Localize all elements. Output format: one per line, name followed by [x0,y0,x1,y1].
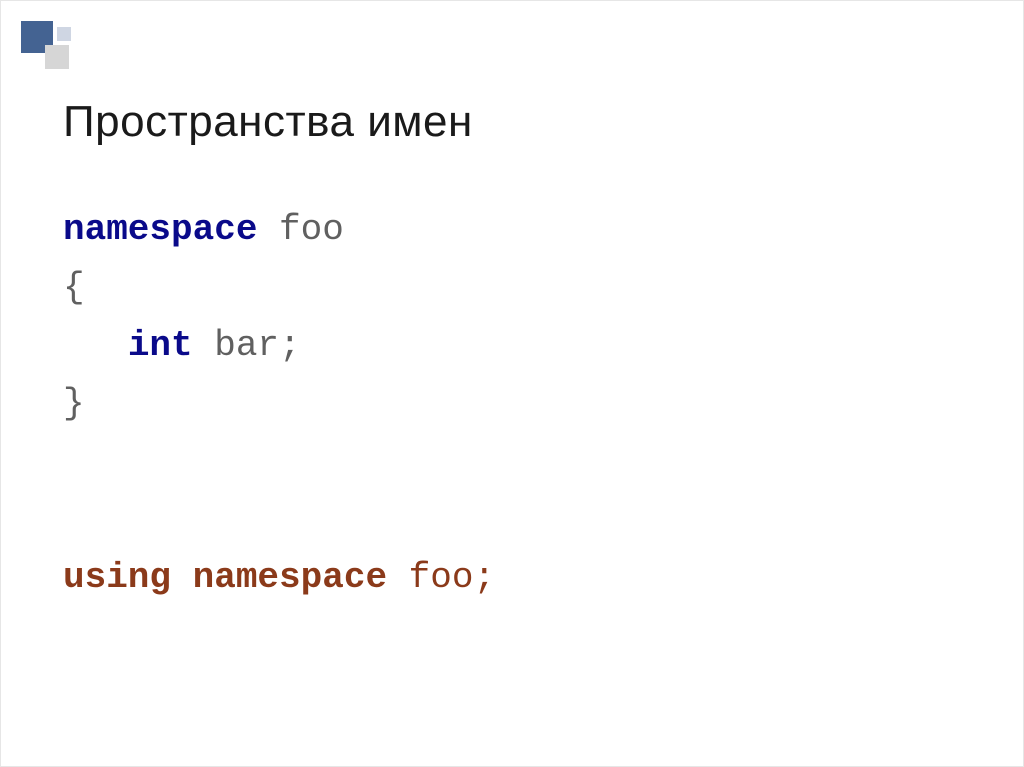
code-namespace-name: foo [257,209,343,250]
code-using-directive: using namespace [63,557,387,598]
slide: Пространства имен namespace foo { int ba… [0,0,1024,767]
corner-decoration [21,21,81,81]
square-small-icon [57,27,71,41]
slide-title: Пространства имен [63,97,473,147]
code-brace-open: { [63,267,85,308]
code-block: namespace foo { int bar; } using namespa… [63,201,495,607]
code-keyword-namespace: namespace [63,209,257,250]
square-light-icon [45,45,69,69]
code-type-int: int [128,325,193,366]
code-brace-close: } [63,383,85,424]
code-indent [63,325,128,366]
code-using-target: foo; [387,557,495,598]
code-var-decl: bar; [193,325,301,366]
